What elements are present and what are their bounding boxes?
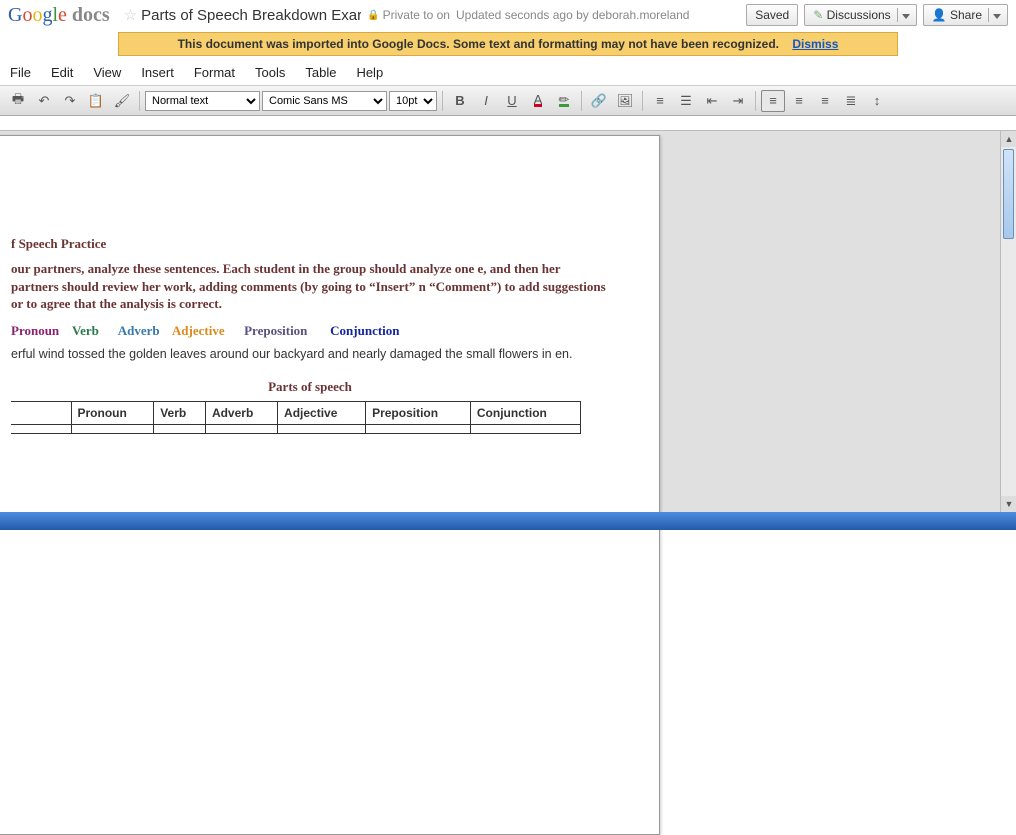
pos-legend: Pronoun Verb Adverb Adjective Prepositio… bbox=[11, 323, 609, 339]
link-icon[interactable]: 🔗 bbox=[587, 90, 611, 112]
table-header: Verb bbox=[154, 401, 206, 424]
italic-icon[interactable]: I bbox=[474, 90, 498, 112]
example-sentence: erful wind tossed the golden leaves arou… bbox=[11, 347, 609, 361]
separator bbox=[755, 91, 756, 111]
header: Google docs ☆ Parts of Speech Breakdown … bbox=[0, 0, 1016, 30]
taskbar bbox=[0, 512, 1016, 530]
pos-table: Pronoun Verb Adverb Adjective Prepositio… bbox=[11, 401, 581, 434]
menu-table[interactable]: Table bbox=[305, 65, 336, 80]
pos-pronoun: Pronoun bbox=[11, 323, 59, 338]
table-title: Parts of speech bbox=[11, 379, 609, 395]
pos-preposition: Preposition bbox=[244, 323, 307, 338]
separator bbox=[581, 91, 582, 111]
line-spacing-icon[interactable]: ↕ bbox=[865, 90, 889, 112]
menu-file[interactable]: File bbox=[10, 65, 31, 80]
document-title[interactable]: Parts of Speech Breakdown Exar bbox=[141, 7, 361, 24]
increase-indent-icon[interactable]: ⇥ bbox=[726, 90, 750, 112]
undo-icon[interactable]: ↶ bbox=[32, 90, 56, 112]
menu-tools[interactable]: Tools bbox=[255, 65, 285, 80]
font-size-select[interactable]: 10pt bbox=[389, 91, 437, 111]
discussion-icon: ✎ bbox=[813, 8, 823, 22]
scrollbar-thumb[interactable] bbox=[1003, 149, 1014, 239]
highlight-icon[interactable]: ✏ bbox=[552, 90, 576, 112]
table-header: Preposition bbox=[366, 401, 471, 424]
saved-button[interactable]: Saved bbox=[746, 4, 798, 26]
bulleted-list-icon[interactable]: ☰ bbox=[674, 90, 698, 112]
bold-icon[interactable]: B bbox=[448, 90, 472, 112]
doc-heading: f Speech Practice bbox=[11, 236, 609, 252]
numbered-list-icon[interactable]: ≡ bbox=[648, 90, 672, 112]
font-select[interactable]: Comic Sans MS bbox=[262, 91, 387, 111]
scroll-down-icon[interactable]: ▼ bbox=[1001, 496, 1016, 512]
update-text: Updated seconds ago by deborah.moreland bbox=[456, 8, 690, 22]
discussions-label: Discussions bbox=[827, 8, 891, 22]
share-label: Share bbox=[950, 8, 982, 22]
chevron-down-icon bbox=[993, 14, 1001, 19]
toolbar: 🖶 ↶ ↷ 📋 🖌 Normal text Comic Sans MS 10pt… bbox=[0, 86, 1016, 116]
separator bbox=[442, 91, 443, 111]
share-button[interactable]: 👤 Share bbox=[923, 4, 1008, 26]
paragraph-style-select[interactable]: Normal text bbox=[145, 91, 260, 111]
align-left-icon[interactable]: ≡ bbox=[761, 90, 785, 112]
print-icon[interactable]: 🖶 bbox=[6, 90, 30, 112]
paint-format-icon[interactable]: 🖌 bbox=[110, 90, 134, 112]
pos-conjunction: Conjunction bbox=[330, 323, 399, 338]
pos-adjective: Adjective bbox=[172, 323, 225, 338]
lock-icon: 🔒 bbox=[367, 10, 379, 21]
vertical-scrollbar[interactable]: ▲ ▼ bbox=[1000, 131, 1016, 512]
privacy-text: Private to on bbox=[383, 8, 450, 22]
logo: Google docs bbox=[8, 4, 110, 27]
menu-help[interactable]: Help bbox=[356, 65, 383, 80]
scroll-up-icon[interactable]: ▲ bbox=[1001, 131, 1016, 147]
pos-verb: Verb bbox=[72, 323, 99, 338]
image-icon[interactable]: 🖼 bbox=[613, 90, 637, 112]
star-icon[interactable]: ☆ bbox=[124, 6, 137, 24]
import-banner: This document was imported into Google D… bbox=[118, 32, 898, 56]
chevron-down-icon bbox=[902, 14, 910, 19]
redo-icon[interactable]: ↷ bbox=[58, 90, 82, 112]
table-row-label bbox=[11, 401, 71, 424]
align-right-icon[interactable]: ≡ bbox=[813, 90, 837, 112]
table-header: Adjective bbox=[278, 401, 366, 424]
separator bbox=[642, 91, 643, 111]
menu-format[interactable]: Format bbox=[194, 65, 235, 80]
menu-edit[interactable]: Edit bbox=[51, 65, 73, 80]
menu-view[interactable]: View bbox=[93, 65, 121, 80]
menu-insert[interactable]: Insert bbox=[141, 65, 174, 80]
underline-icon[interactable]: U bbox=[500, 90, 524, 112]
text-color-icon[interactable]: A bbox=[526, 90, 550, 112]
dismiss-link[interactable]: Dismiss bbox=[792, 37, 838, 51]
workspace: f Speech Practice our partners, analyze … bbox=[0, 130, 1016, 512]
align-center-icon[interactable]: ≡ bbox=[787, 90, 811, 112]
table-header: Adverb bbox=[205, 401, 277, 424]
table-header: Pronoun bbox=[71, 401, 154, 424]
menubar: File Edit View Insert Format Tools Table… bbox=[0, 60, 1016, 86]
banner-text: This document was imported into Google D… bbox=[178, 37, 779, 51]
align-justify-icon[interactable]: ≣ bbox=[839, 90, 863, 112]
pos-adverb: Adverb bbox=[118, 323, 160, 338]
instructions: our partners, analyze these sentences. E… bbox=[11, 260, 609, 313]
separator bbox=[139, 91, 140, 111]
share-icon: 👤 bbox=[932, 8, 947, 22]
decrease-indent-icon[interactable]: ⇤ bbox=[700, 90, 724, 112]
table-header: Conjunction bbox=[470, 401, 580, 424]
clipboard-icon[interactable]: 📋 bbox=[84, 90, 108, 112]
discussions-button[interactable]: ✎ Discussions bbox=[804, 4, 916, 26]
document-page[interactable]: f Speech Practice our partners, analyze … bbox=[0, 135, 660, 835]
